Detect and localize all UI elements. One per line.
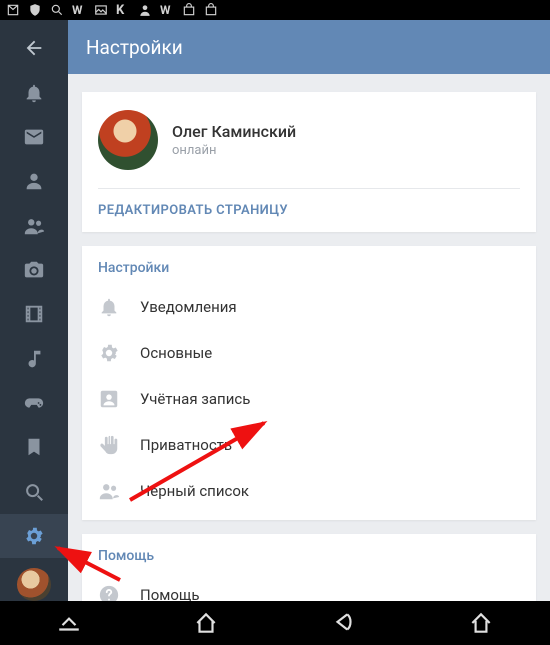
settings-row-privacy[interactable]: Приватность: [82, 422, 536, 468]
row-label: Основные: [140, 344, 212, 362]
sidebar-item-games[interactable]: [0, 381, 68, 425]
shield-status-icon: [28, 3, 42, 17]
home-nav-icon[interactable]: [193, 610, 219, 636]
group-icon: [98, 480, 120, 502]
help-row-help[interactable]: Помощь: [82, 572, 536, 601]
sidebar-item-photos[interactable]: [0, 248, 68, 292]
back-button[interactable]: [0, 26, 68, 70]
bell-icon: [98, 296, 120, 318]
content-scroll[interactable]: Олег Каминский онлайн РЕДАКТИРОВАТЬ СТРА…: [68, 74, 550, 601]
vk-status-icon-2: W: [160, 3, 174, 17]
edit-profile-button[interactable]: РЕДАКТИРОВАТЬ СТРАНИЦУ: [98, 188, 520, 232]
sidebar-item-settings[interactable]: [0, 514, 68, 558]
settings-section: Настройки Уведомления Основные Учётная з…: [82, 246, 536, 520]
vk-status-icon: W: [72, 3, 86, 17]
sidebar-item-bookmarks[interactable]: [0, 425, 68, 469]
main-area: Настройки Олег Каминский онлайн РЕДАКТИР…: [68, 20, 550, 601]
sidebar-item-friends[interactable]: [0, 203, 68, 247]
question-icon: [98, 584, 120, 601]
android-status-bar: W K W: [0, 0, 550, 20]
row-label: Уведомления: [140, 298, 237, 316]
sidebar-item-profile[interactable]: [0, 159, 68, 203]
search-status-icon: [50, 3, 64, 17]
settings-row-account[interactable]: Учётная запись: [82, 376, 536, 422]
k-status-icon: K: [116, 3, 130, 17]
sidebar-avatar[interactable]: [17, 568, 51, 601]
mail-status-icon: [6, 3, 20, 17]
profile-card: Олег Каминский онлайн РЕДАКТИРОВАТЬ СТРА…: [82, 92, 536, 232]
image-status-icon: [94, 3, 108, 17]
gear-icon: [98, 342, 120, 364]
hand-icon: [98, 434, 120, 456]
sidebar-item-music[interactable]: [0, 336, 68, 380]
page-title: Настройки: [86, 36, 183, 59]
sidebar-item-videos[interactable]: [0, 292, 68, 336]
settings-row-blacklist[interactable]: Чёрный список: [82, 468, 536, 514]
sidebar-item-messages[interactable]: [0, 115, 68, 159]
settings-row-general[interactable]: Основные: [82, 330, 536, 376]
row-label: Учётная запись: [140, 390, 250, 408]
app-sidebar: [0, 20, 68, 601]
sidebar-item-search[interactable]: [0, 469, 68, 513]
recents-nav-icon[interactable]: [56, 610, 82, 636]
help-section: Помощь Помощь О программе: [82, 534, 536, 601]
android-nav-bar: [0, 601, 550, 645]
help-section-title: Помощь: [82, 548, 536, 572]
settings-row-notifications[interactable]: Уведомления: [82, 284, 536, 330]
row-label: Приватность: [140, 436, 232, 454]
settings-section-title: Настройки: [82, 260, 536, 284]
profile-status: онлайн: [172, 143, 296, 158]
row-label: Помощь: [140, 586, 200, 601]
store-status-icon-2: [204, 3, 218, 17]
row-label: Чёрный список: [140, 482, 249, 500]
back-nav-icon[interactable]: [331, 610, 357, 636]
user-status-icon: [138, 3, 152, 17]
page-header: Настройки: [68, 20, 550, 74]
account-icon: [98, 388, 120, 410]
profile-name: Олег Каминский: [172, 122, 296, 141]
sidebar-item-notifications[interactable]: [0, 70, 68, 114]
store-status-icon: [182, 3, 196, 17]
profile-avatar[interactable]: [98, 110, 158, 170]
home-outline-nav-icon[interactable]: [468, 610, 494, 636]
